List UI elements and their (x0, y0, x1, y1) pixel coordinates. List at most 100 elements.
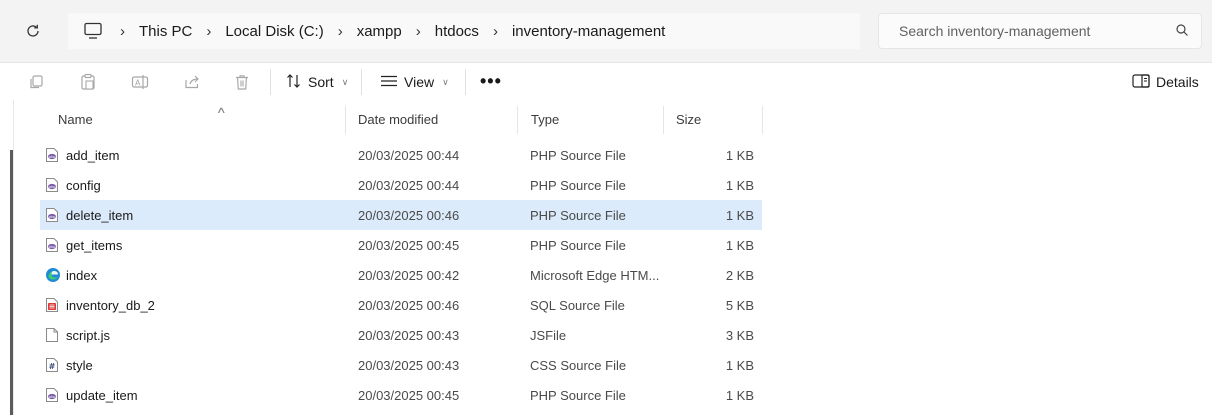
sql-file-icon (45, 297, 59, 313)
more-options-button[interactable]: ••• (480, 71, 502, 92)
file-date-modified: 20/03/2025 00:44 (358, 148, 460, 163)
file-type: PHP Source File (530, 148, 626, 163)
file-date-modified: 20/03/2025 00:45 (358, 238, 460, 253)
svg-text:php: php (49, 155, 57, 159)
view-button[interactable]: View ∨ (380, 69, 449, 95)
file-type: CSS Source File (530, 358, 627, 373)
chevron-down-icon: ∨ (341, 76, 349, 87)
refresh-icon[interactable] (20, 18, 46, 44)
file-type: SQL Source File (530, 298, 625, 313)
share-icon[interactable] (181, 71, 203, 93)
chevron-right-icon[interactable]: › (416, 23, 421, 40)
file-date-modified: 20/03/2025 00:42 (358, 268, 460, 283)
view-list-icon (380, 74, 398, 91)
file-size: 1 KB (725, 388, 754, 403)
file-row[interactable]: php delete_item 20/03/2025 00:46 PHP Source… (40, 200, 762, 230)
command-bar: A Sort ∨ View ∨ ••• Details (0, 63, 1212, 101)
breadcrumb-xampp[interactable]: xampp (357, 23, 402, 40)
file-size: 5 KB (725, 298, 754, 313)
file-name[interactable]: index (66, 268, 97, 283)
computer-icon[interactable] (80, 18, 106, 44)
file-row[interactable]: php add_item 20/03/2025 00:44 PHP Source Fi… (40, 140, 762, 170)
breadcrumb-inventory-management[interactable]: inventory-management (512, 23, 665, 40)
file-size: 3 KB (725, 328, 754, 343)
column-header-type[interactable]: Type (531, 112, 559, 127)
address-bar[interactable]: › This PC › Local Disk (C:) › xampp › ht… (68, 13, 860, 49)
chevron-right-icon[interactable]: › (206, 23, 211, 40)
details-pane-button[interactable]: Details (1132, 69, 1199, 95)
file-type: PHP Source File (530, 178, 626, 193)
file-size: 2 KB (725, 268, 754, 283)
column-divider[interactable] (517, 106, 518, 134)
file-size: 1 KB (725, 178, 754, 193)
file-name[interactable]: style (66, 358, 93, 373)
file-date-modified: 20/03/2025 00:43 (358, 358, 460, 373)
chevron-right-icon[interactable]: › (493, 23, 498, 40)
php-file-icon: php (45, 237, 59, 253)
file-name[interactable]: delete_item (66, 208, 133, 223)
file-row[interactable]: php update_item 20/03/2025 00:45 PHP Source… (40, 380, 762, 410)
column-header-size[interactable]: Size (676, 112, 701, 127)
file-name[interactable]: add_item (66, 148, 119, 163)
toolbar-divider (270, 69, 271, 95)
chevron-right-icon[interactable]: › (338, 23, 343, 40)
search-box[interactable] (878, 13, 1202, 49)
address-bar-row: › This PC › Local Disk (C:) › xampp › ht… (0, 0, 1212, 63)
pane-divider (13, 100, 14, 415)
search-input[interactable] (897, 22, 1171, 40)
file-row[interactable]: script.js 20/03/2025 00:43 JSFile 3 KB (40, 320, 762, 350)
search-icon[interactable] (1175, 23, 1189, 42)
file-name[interactable]: inventory_db_2 (66, 298, 155, 313)
file-date-modified: 20/03/2025 00:46 (358, 208, 460, 223)
file-type: PHP Source File (530, 208, 626, 223)
file-row[interactable]: php get_items 20/03/2025 00:45 PHP Source F… (40, 230, 762, 260)
breadcrumb-htdocs[interactable]: htdocs (435, 23, 479, 40)
file-type: PHP Source File (530, 388, 626, 403)
breadcrumb-local-disk[interactable]: Local Disk (C:) (225, 23, 323, 40)
file-date-modified: 20/03/2025 00:43 (358, 328, 460, 343)
toolbar-divider (465, 69, 466, 95)
toolbar-divider (361, 69, 362, 95)
file-row[interactable]: inventory_db_2 20/03/2025 00:46 SQL Source… (40, 290, 762, 320)
file-name[interactable]: get_items (66, 238, 122, 253)
file-date-modified: 20/03/2025 00:45 (358, 388, 460, 403)
file-name[interactable]: update_item (66, 388, 138, 403)
details-label: Details (1156, 74, 1199, 90)
svg-text:A: A (135, 79, 141, 88)
column-divider[interactable] (345, 106, 346, 134)
svg-text:#: # (49, 362, 56, 371)
svg-text:php: php (49, 215, 57, 219)
column-header-date[interactable]: Date modified (358, 112, 438, 127)
delete-icon[interactable] (231, 71, 253, 93)
file-name[interactable]: script.js (66, 328, 110, 343)
edge-html-icon (45, 267, 60, 283)
file-row[interactable]: index 20/03/2025 00:42 Microsoft Edge HTM.… (40, 260, 762, 290)
column-header-name[interactable]: Name (58, 112, 93, 127)
chevron-right-icon[interactable]: › (120, 23, 125, 40)
view-label: View (404, 74, 435, 90)
file-list: php add_item 20/03/2025 00:44 PHP Source Fi… (40, 140, 762, 410)
file-row[interactable]: php config 20/03/2025 00:44 PHP Source File… (40, 170, 762, 200)
sort-button[interactable]: Sort ∨ (286, 69, 348, 95)
file-size: 1 KB (725, 148, 754, 163)
php-file-icon: php (45, 207, 59, 223)
column-divider[interactable] (762, 106, 763, 134)
blank-file-icon (45, 327, 59, 343)
sort-ascending-icon: ∧ (216, 105, 227, 115)
column-header-row: ∧ Name Date modified Type Size (20, 105, 765, 134)
breadcrumb-this-pc[interactable]: This PC (139, 23, 192, 40)
file-size: 1 KB (725, 358, 754, 373)
file-row[interactable]: # style 20/03/2025 00:43 CSS Source File 1 K… (40, 350, 762, 380)
svg-text:php: php (49, 395, 57, 399)
rename-icon[interactable]: A (129, 71, 151, 93)
file-type: PHP Source File (530, 238, 626, 253)
column-divider[interactable] (663, 106, 664, 134)
file-size: 1 KB (725, 238, 754, 253)
paste-icon[interactable] (77, 71, 99, 93)
chevron-down-icon: ∨ (442, 76, 449, 87)
file-name[interactable]: config (66, 178, 101, 193)
php-file-icon: php (45, 387, 59, 403)
svg-text:php: php (49, 185, 57, 189)
details-pane-icon (1132, 73, 1150, 91)
copy-icon[interactable] (25, 71, 47, 93)
